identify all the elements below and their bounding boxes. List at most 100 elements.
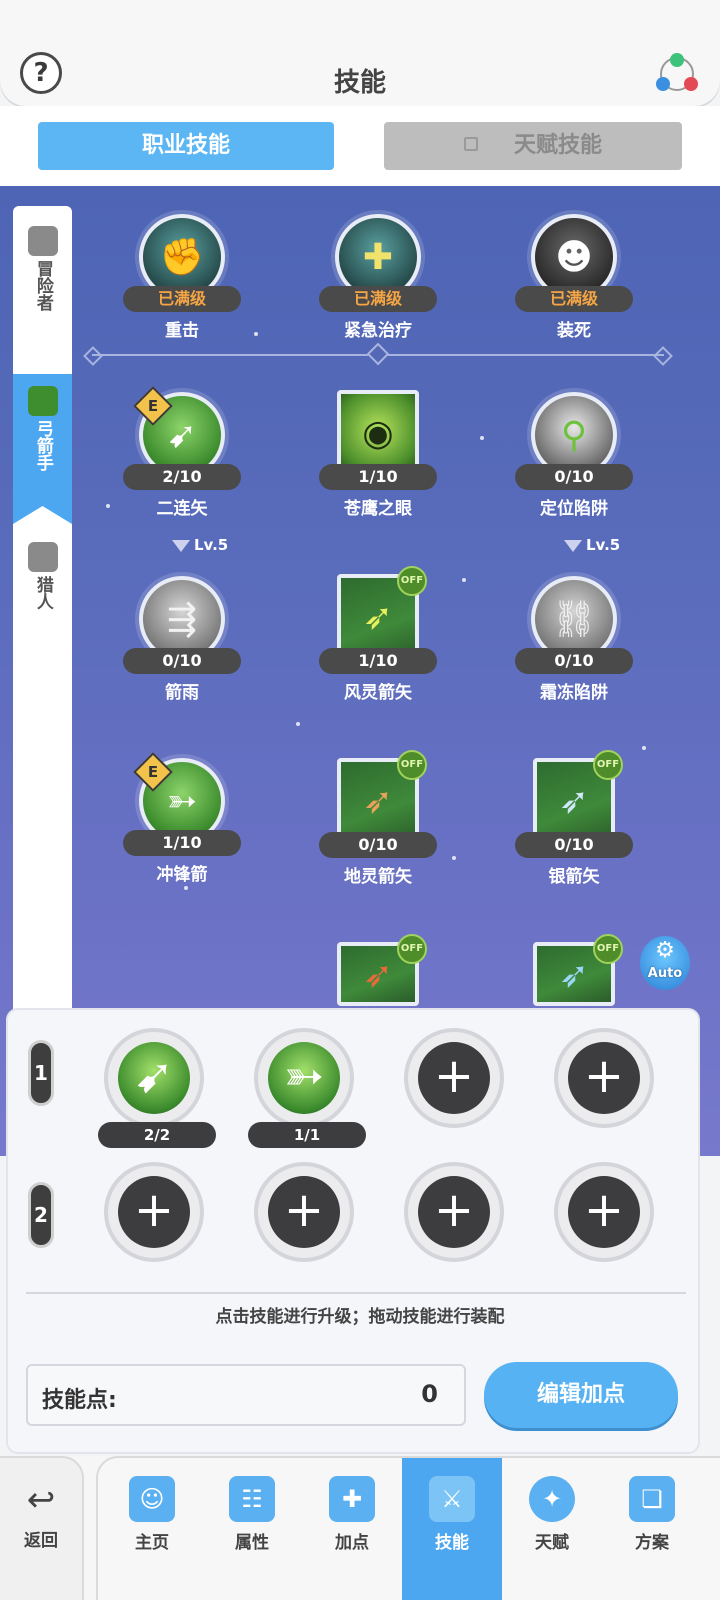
tab-talent-skills[interactable]: 天赋技能 [384, 122, 682, 170]
back-arrow-icon: ↩ [26, 1480, 56, 1520]
side-tab-archer[interactable]: 弓箭手 [13, 374, 72, 524]
sword-icon [27, 226, 58, 256]
skill-charge-arrow[interactable]: ➳ E 1/10 冲锋箭 [122, 752, 242, 885]
class-side-tabs: 冒险者 弓箭手 猎人 [13, 206, 72, 1056]
skill-emergency-heal[interactable]: ✚ 已满级 紧急治疗 [318, 214, 438, 341]
nav-label: 属性 [235, 1533, 269, 1553]
auto-label: Auto [647, 966, 683, 981]
nav-attributes[interactable]: ☷ 属性 [202, 1458, 302, 1600]
skill-level: 0/10 [515, 464, 633, 490]
plus-icon: + [268, 1176, 340, 1248]
nav-add-points[interactable]: ✚ 加点 [302, 1458, 402, 1600]
skill-level: 0/10 [123, 648, 241, 674]
loadout-row-2-label[interactable]: 2 [28, 1182, 54, 1248]
panel-divider [26, 1292, 686, 1294]
nav-label: 主页 [135, 1533, 169, 1553]
skill-level: 2/10 [123, 464, 241, 490]
loadout-slot-empty[interactable]: + [254, 1162, 354, 1262]
loadout-slot[interactable]: ➹ [104, 1028, 204, 1128]
tab-talent-label: 天赋技能 [513, 133, 602, 158]
crossbow-icon [27, 542, 58, 572]
skill-frost-trap[interactable]: ⛓ 0/10 霜冻陷阱 [514, 576, 634, 703]
skill-play-dead[interactable]: ☻ 已满级 装死 [514, 214, 634, 341]
header-bar: ? 技能 [0, 0, 720, 106]
nav-label: 加点 [335, 1533, 369, 1553]
skill-hawk-eye[interactable]: ◉ 1/10 苍鹰之眼 [318, 390, 438, 519]
back-label: 返回 [24, 1531, 58, 1551]
off-toggle[interactable]: OFF [397, 934, 427, 964]
skill-silver-arrow[interactable]: ➶ OFF 0/10 银箭矢 [514, 750, 634, 887]
nav-plans[interactable]: ❏ 方案 [602, 1458, 702, 1600]
element-triad-icon[interactable] [652, 52, 702, 96]
sparkle [296, 722, 300, 726]
skill-ice-arrow[interactable]: ➶ OFF [514, 934, 634, 1006]
nav-talent[interactable]: ✦ 天赋 [502, 1458, 602, 1600]
nav-label: 技能 [435, 1533, 469, 1553]
skill-name: 苍鹰之眼 [344, 499, 412, 519]
skill-points-box: 技能点: 0 [26, 1364, 466, 1426]
skill-earth-arrow[interactable]: ➶ OFF 0/10 地灵箭矢 [318, 750, 438, 887]
level-requirement-right: Lv.5 [564, 536, 620, 554]
loadout-row-1-label[interactable]: 1 [28, 1040, 54, 1106]
loadout-slot-empty[interactable]: + [554, 1162, 654, 1262]
level-requirement-left: Lv.5 [172, 536, 228, 554]
skill-level: 0/10 [515, 832, 633, 858]
off-toggle[interactable]: OFF [397, 566, 427, 596]
fire-arrow-icon: ➶ OFF [337, 934, 427, 1006]
side-tab-hunter[interactable]: 猎人 [13, 542, 72, 610]
star-plus-icon: ✚ [329, 1476, 375, 1522]
side-tab-label: 弓箭手 [32, 420, 53, 471]
skill-level: 0/10 [515, 648, 633, 674]
skill-name: 装死 [557, 321, 591, 341]
skill-points-value: 0 [421, 1380, 438, 1408]
skill-wind-arrow[interactable]: ➶ OFF 1/10 风灵箭矢 [318, 566, 438, 703]
sword-skill-icon: ⚔ [429, 1476, 475, 1522]
off-toggle[interactable]: OFF [397, 750, 427, 780]
sparkle [106, 504, 110, 508]
side-tab-adventurer[interactable]: 冒险者 [13, 226, 72, 311]
skill-name: 风灵箭矢 [344, 683, 412, 703]
double-arrow-icon: ➹ [118, 1042, 190, 1114]
nav-label: 天赋 [535, 1533, 569, 1553]
nav-label: 方案 [635, 1533, 669, 1553]
nav-home[interactable]: ☺ 主页 [102, 1458, 202, 1600]
skill-locator-trap[interactable]: ⚲ 0/10 定位陷阱 [514, 392, 634, 519]
sparkle [642, 746, 646, 750]
skill-level: 1/10 [319, 648, 437, 674]
plus-icon: + [568, 1042, 640, 1114]
ice-arrow-icon: ➶ OFF [533, 934, 623, 1006]
skill-name: 地灵箭矢 [344, 867, 412, 887]
slot-count: 1/1 [248, 1122, 366, 1148]
skill-name: 定位陷阱 [540, 499, 608, 519]
lock-icon [463, 137, 478, 151]
skill-double-arrow[interactable]: ➹ E 2/10 二连矢 [122, 386, 242, 519]
loadout-slot-empty[interactable]: + [104, 1162, 204, 1262]
off-toggle[interactable]: OFF [593, 934, 623, 964]
plus-icon: + [418, 1176, 490, 1248]
skill-heavy-strike[interactable]: ✊ 已满级 重击 [122, 214, 242, 341]
skill-name: 重击 [165, 321, 199, 341]
auto-skill-button[interactable]: ⚙ Auto [640, 936, 690, 990]
loadout-slot-empty[interactable]: + [404, 1028, 504, 1128]
skill-name: 冲锋箭 [156, 865, 208, 885]
side-tab-label: 冒险者 [32, 260, 53, 311]
nav-skills[interactable]: ⚔ 技能 [402, 1458, 502, 1600]
loadout-slot-empty[interactable]: + [554, 1028, 654, 1128]
loadout-slot[interactable]: ➳ [254, 1028, 354, 1128]
sparkle [480, 436, 484, 440]
sliders-icon: ☷ [229, 1476, 275, 1522]
skill-name: 银箭矢 [548, 867, 600, 887]
skill-fire-arrow[interactable]: ➶ OFF [318, 934, 438, 1006]
edit-points-button[interactable]: 编辑加点 [484, 1362, 678, 1428]
skill-name: 霜冻陷阱 [540, 683, 608, 703]
off-toggle[interactable]: OFF [593, 750, 623, 780]
side-tab-label: 猎人 [32, 576, 53, 610]
skill-arrow-rain[interactable]: ⇶ 0/10 箭雨 [122, 576, 242, 703]
skill-level: 1/10 [123, 830, 241, 856]
plus-icon: + [418, 1042, 490, 1114]
back-button[interactable]: ↩ 返回 [0, 1456, 84, 1600]
loadout-slot-empty[interactable]: + [404, 1162, 504, 1262]
page-title: 技能 [333, 68, 386, 98]
tab-job-skills[interactable]: 职业技能 [38, 122, 334, 170]
sparkle [184, 886, 188, 890]
